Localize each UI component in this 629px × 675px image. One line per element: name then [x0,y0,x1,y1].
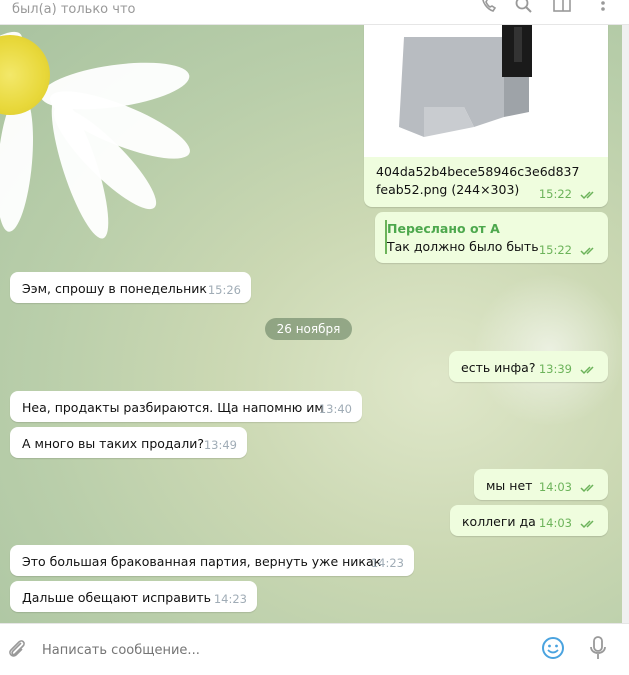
chat-area[interactable]: 404da52b4bece58946c3e6d837feab52.png (24… [0,25,622,623]
attachment-image[interactable] [364,25,608,157]
forwarded-message[interactable]: Переслано от А Так должно было быть 15:2… [375,212,608,263]
message-text: есть инфа? [461,360,536,375]
date-divider: 26 ноября [265,318,352,340]
message-text: Неа, продакты разбираются. Ща напомню им [22,400,324,415]
incoming-message[interactable]: Дальше обещают исправить 14:23 [10,581,257,612]
outgoing-message[interactable]: есть инфа? 13:39 [449,351,608,382]
message-time: 13:49 [203,438,237,452]
message-time: 15:22 [538,243,572,257]
read-checkmark-icon [580,191,594,200]
message-time: 14:03 [538,480,572,494]
scrollbar[interactable] [622,25,629,623]
forwarded-text: Так должно было быть [387,239,539,254]
message-time: 14:23 [213,592,247,606]
message-time: 14:03 [538,516,572,530]
incoming-message[interactable]: А много вы таких продали? 13:49 [10,427,247,458]
message-time: 13:39 [538,362,572,376]
read-checkmark-icon [580,247,594,256]
search-icon[interactable] [513,0,535,16]
read-checkmark-icon [580,484,594,493]
message-time: 13:40 [318,402,352,416]
message-text: А много вы таких продали? [22,436,204,451]
message-time: 14:23 [370,556,404,570]
microphone-icon[interactable] [588,635,608,661]
columns-icon[interactable] [551,0,573,16]
message-time: 15:26 [207,283,241,297]
emoji-icon[interactable] [541,636,565,660]
outgoing-message[interactable]: коллеги да 14:03 [450,505,608,536]
read-checkmark-icon [580,366,594,375]
message-text: Ээм, спрошу в понедельник [22,281,207,296]
message-time: 15:22 [538,187,572,201]
attach-icon[interactable] [6,637,28,661]
image-attachment-message[interactable]: 404da52b4bece58946c3e6d837feab52.png (24… [364,25,608,207]
incoming-message[interactable]: Это большая бракованная партия, вернуть … [10,545,414,576]
message-input[interactable] [40,634,524,666]
incoming-message[interactable]: Ээм, спрошу в понедельник 15:26 [10,272,251,303]
forwarded-from[interactable]: Переслано от А [387,221,500,236]
read-checkmark-icon [580,520,594,529]
message-text: коллеги да [462,514,536,529]
message-text: Это большая бракованная партия, вернуть … [22,554,382,569]
more-icon[interactable] [592,0,614,16]
user-status: был(а) только что [12,2,136,17]
message-text: мы нет [486,478,533,493]
incoming-message[interactable]: Неа, продакты разбираются. Ща напомню им… [10,391,362,422]
phone-icon[interactable] [478,0,500,16]
message-composer [0,623,629,675]
chat-header: был(а) только что [0,0,629,25]
message-text: Дальше обещают исправить [22,590,212,605]
outgoing-message[interactable]: мы нет 14:03 [474,469,608,500]
